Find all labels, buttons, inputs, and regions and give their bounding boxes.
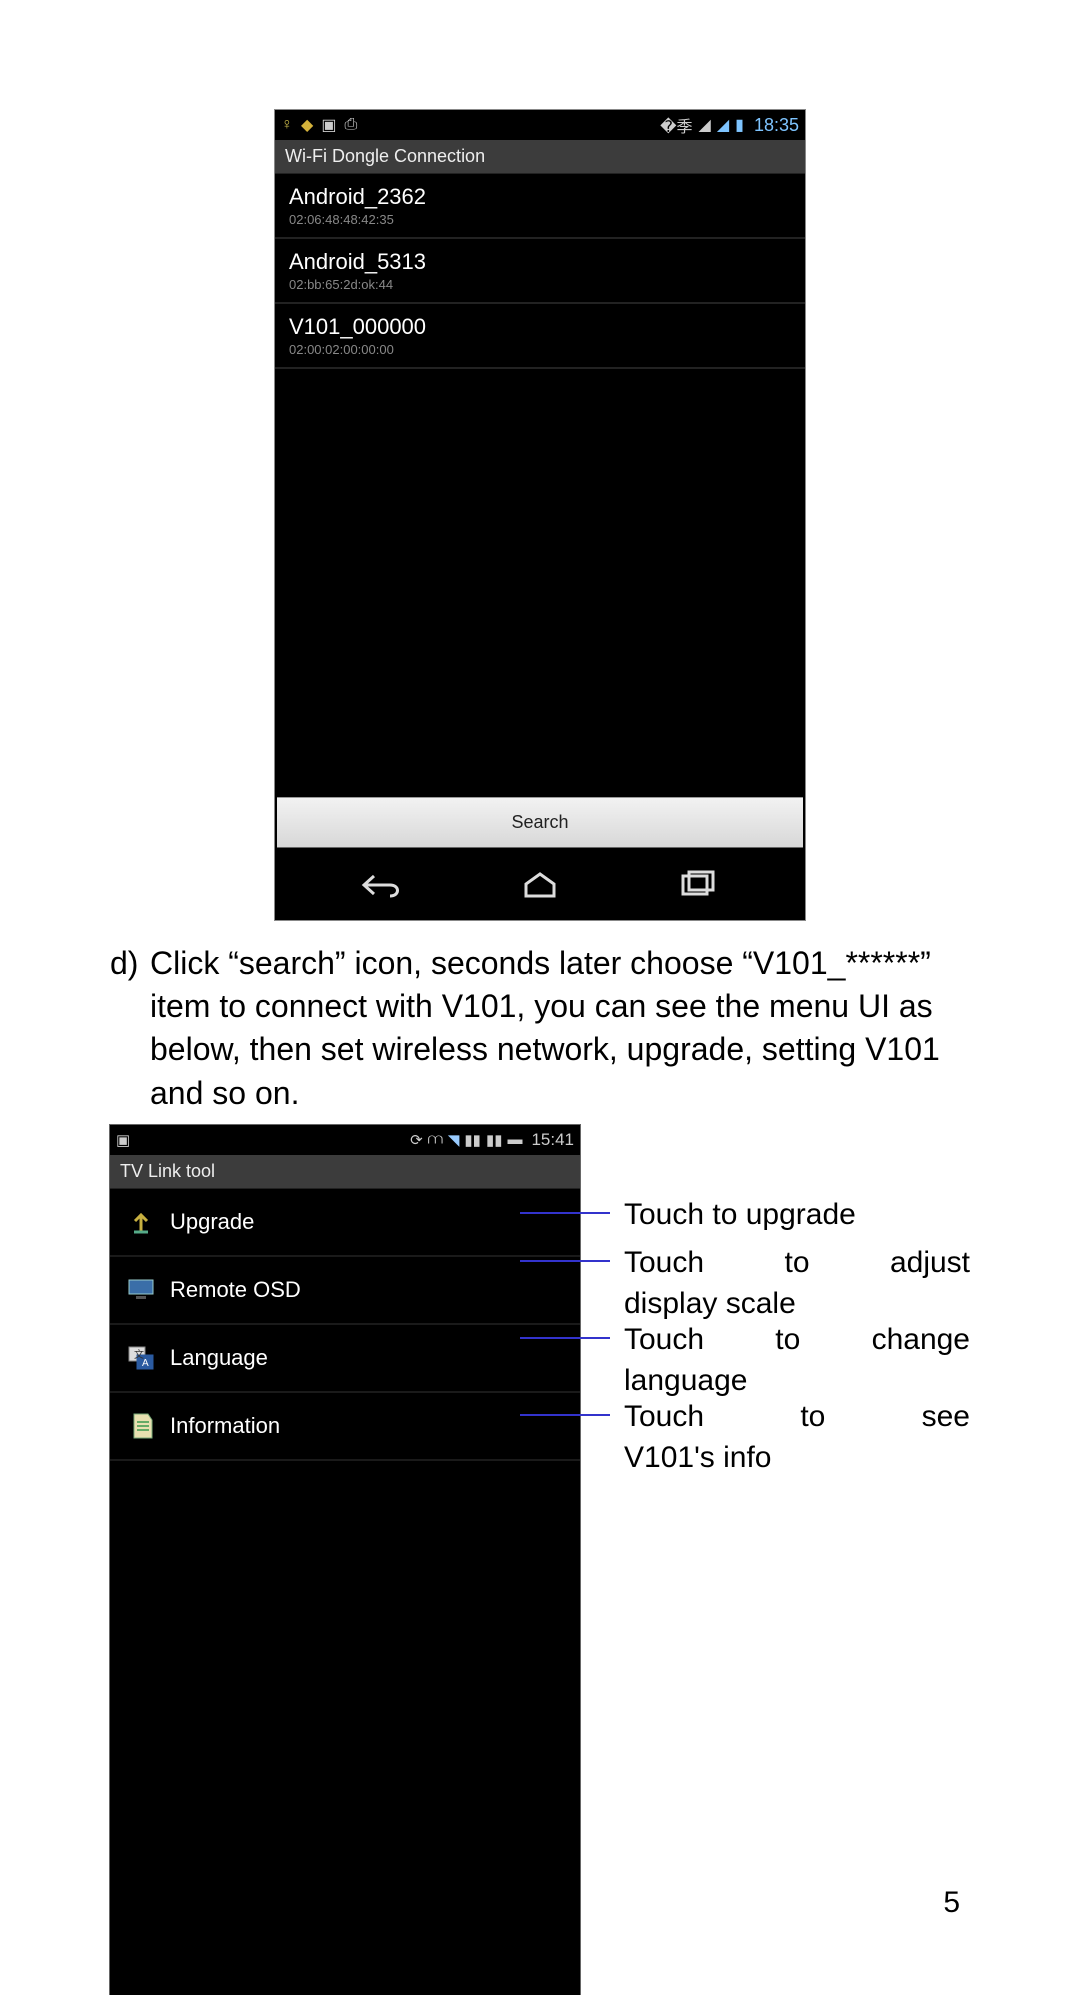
app-title: TV Link tool: [110, 1155, 580, 1189]
annotation-remote-osd: Touch to adjust display scale: [580, 1243, 970, 1324]
menu-item-remote-osd[interactable]: Remote OSD: [110, 1257, 580, 1323]
status-icon: ♀: [281, 116, 293, 134]
status-time: 18:35: [754, 115, 799, 136]
app-title: Wi-Fi Dongle Connection: [275, 140, 805, 174]
leader-line: [520, 1260, 610, 1262]
annotation-language: Touch to change language: [580, 1320, 970, 1401]
annotation-text: Touch to adjust display scale: [610, 1243, 970, 1324]
divider: [110, 1459, 580, 1461]
annotation-text: Touch to upgrade: [610, 1195, 970, 1236]
menu-item-label: Information: [170, 1413, 280, 1439]
status-bar: ♀ ◆ ▣ ⎙ �季 ◢ ◢ ▮ 18:35: [275, 110, 805, 140]
annotation-information: Touch to see V101's info: [580, 1397, 970, 1478]
wifi-icon: �季: [660, 113, 692, 137]
annotation-text: Touch to change language: [610, 1320, 970, 1401]
tvlink-menu: Upgrade Remote OSD 文A Language Informati…: [110, 1189, 580, 1995]
monitor-icon: [126, 1275, 156, 1305]
signal-icon: ▮▮: [464, 1131, 481, 1149]
menu-item-upgrade[interactable]: Upgrade: [110, 1189, 580, 1255]
device-mac: 02:bb:65:2d:ok:44: [289, 277, 791, 292]
status-icon: ⎙: [344, 116, 357, 134]
language-icon: 文A: [126, 1343, 156, 1373]
device-row[interactable]: Android_2362 02:06:48:48:42:35: [275, 174, 805, 237]
annotation-text: Touch to see V101's info: [610, 1397, 970, 1478]
instruction-d: d) Click “search” icon, seconds later ch…: [110, 942, 970, 1115]
back-button[interactable]: [343, 865, 423, 905]
menu-item-label: Remote OSD: [170, 1277, 301, 1303]
home-button[interactable]: [500, 865, 580, 905]
status-icon: ◆: [301, 115, 313, 135]
status-time: 15:41: [531, 1130, 574, 1150]
device-mac: 02:06:48:48:42:35: [289, 212, 791, 227]
device-name: Android_5313: [289, 249, 791, 275]
status-icon: ⟳: [410, 1131, 423, 1149]
menu-item-information[interactable]: Information: [110, 1393, 580, 1459]
battery-icon: ▮: [735, 115, 744, 135]
device-name: Android_2362: [289, 184, 791, 210]
device-name: V101_000000: [289, 314, 791, 340]
page-number: 5: [943, 1886, 960, 1920]
device-row[interactable]: Android_5313 02:bb:65:2d:ok:44: [275, 239, 805, 302]
status-icon: ⩋: [428, 1131, 443, 1148]
wifi-icon: ◥: [448, 1131, 460, 1149]
instruction-marker: d): [110, 942, 150, 1115]
divider: [275, 367, 805, 369]
leader-line: [520, 1337, 610, 1339]
manual-page: ♀ ◆ ▣ ⎙ �季 ◢ ◢ ▮ 18:35 Wi-Fi Dongle Conn…: [0, 0, 1080, 1980]
annotation-upgrade: Touch to upgrade: [580, 1195, 970, 1236]
menu-item-label: Language: [170, 1345, 268, 1371]
instruction-text: Click “search” icon, seconds later choos…: [150, 942, 970, 1115]
status-icon: ▣: [321, 115, 336, 135]
upgrade-icon: [126, 1207, 156, 1237]
status-icon: ▣: [116, 1131, 130, 1149]
menu-item-language[interactable]: 文A Language: [110, 1325, 580, 1391]
device-row[interactable]: V101_000000 02:00:02:00:00:00: [275, 304, 805, 367]
tvlink-block: ▣ ⟳ ⩋ ◥ ▮▮ ▮▮ ▬ 15:41 TV Link tool Upgra…: [110, 1125, 970, 1995]
signal-icon: ▮▮: [486, 1131, 503, 1149]
menu-item-label: Upgrade: [170, 1209, 254, 1235]
recents-button[interactable]: [657, 865, 737, 905]
battery-icon: ▬: [507, 1131, 522, 1148]
screenshot-tvlink: ▣ ⟳ ⩋ ◥ ▮▮ ▮▮ ▬ 15:41 TV Link tool Upgra…: [110, 1125, 580, 1995]
android-navbar: [275, 850, 805, 920]
signal-icon: ◢: [717, 115, 729, 135]
search-button[interactable]: Search: [277, 797, 803, 848]
device-mac: 02:00:02:00:00:00: [289, 342, 791, 357]
info-icon: [126, 1411, 156, 1441]
signal-icon: ◢: [699, 115, 711, 135]
device-list: Android_2362 02:06:48:48:42:35 Android_5…: [275, 174, 805, 797]
screenshot-wifi-dongle: ♀ ◆ ▣ ⎙ �季 ◢ ◢ ▮ 18:35 Wi-Fi Dongle Conn…: [275, 110, 805, 920]
leader-line: [520, 1212, 610, 1214]
svg-text:A: A: [142, 1358, 149, 1369]
leader-line: [520, 1414, 610, 1416]
status-bar: ▣ ⟳ ⩋ ◥ ▮▮ ▮▮ ▬ 15:41: [110, 1125, 580, 1155]
annotations: Touch to upgrade Touch to adjust display…: [580, 1125, 970, 1479]
